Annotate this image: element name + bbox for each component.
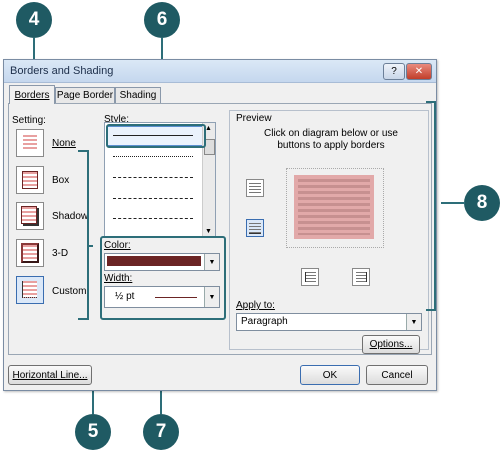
close-button[interactable]: ✕: [406, 63, 432, 80]
setting-box-icon[interactable]: [16, 166, 44, 194]
horizontal-line-button-label: Horizontal Line...: [12, 369, 88, 381]
setting-3d-icon[interactable]: [16, 239, 44, 267]
tab-shading-label: Shading: [119, 90, 157, 101]
apply-to-value: Paragraph: [241, 316, 288, 327]
callout-6-highlight: [106, 124, 206, 148]
preview-heading: Preview: [236, 113, 272, 124]
setting-none-label[interactable]: None: [52, 138, 76, 149]
chevron-down-icon[interactable]: ▼: [406, 314, 421, 330]
tab-shading[interactable]: Shading: [115, 87, 161, 103]
scroll-up-icon[interactable]: ▲: [205, 125, 212, 132]
tab-borders[interactable]: Borders: [9, 85, 55, 104]
setting-shadow-icon[interactable]: [16, 202, 44, 230]
bottom-border-icon[interactable]: [246, 219, 264, 237]
tab-page-border-label: Page Border: [56, 90, 114, 101]
callout-5-bracket-stem: [87, 245, 93, 247]
ok-button[interactable]: OK: [300, 365, 360, 385]
preview-corner-marks: [286, 168, 384, 248]
ok-button-label: OK: [322, 369, 338, 381]
callout-8: 8: [464, 185, 500, 221]
callout-8-bracket: [426, 101, 436, 311]
apply-to-dropdown[interactable]: Paragraph ▼: [236, 313, 422, 331]
callout-6: 6: [144, 2, 180, 38]
left-border-icon[interactable]: [301, 268, 319, 286]
borders-and-shading-dialog: Borders and Shading ? ✕ Borders Page Bor…: [3, 59, 437, 391]
callout-5: 5: [75, 414, 111, 450]
callout-7-highlight: [100, 236, 226, 320]
apply-to-heading: Apply to:: [236, 300, 275, 311]
options-button[interactable]: Options...: [362, 335, 420, 354]
tab-page-border[interactable]: Page Border: [55, 87, 115, 103]
title-bar: Borders and Shading ? ✕: [4, 60, 436, 83]
dialog-title: Borders and Shading: [10, 65, 114, 77]
callout-7: 7: [143, 414, 179, 450]
setting-heading: Setting:: [12, 115, 46, 126]
setting-box-label[interactable]: Box: [52, 175, 69, 186]
cancel-button[interactable]: Cancel: [366, 365, 428, 385]
style-dotted-line: [113, 156, 193, 157]
style-dashed-fine-line: [113, 177, 193, 178]
horizontal-line-button[interactable]: Horizontal Line...: [8, 365, 92, 385]
style-dashed-line: [113, 198, 193, 199]
scroll-down-icon[interactable]: ▼: [205, 228, 212, 235]
options-button-label: Options...: [369, 339, 413, 350]
callout-4: 4: [16, 2, 52, 38]
callout-8-leader: [441, 202, 465, 204]
cancel-button-label: Cancel: [381, 369, 413, 381]
setting-custom-icon[interactable]: [16, 276, 44, 304]
callout-5-bracket: [78, 150, 89, 320]
setting-none-icon[interactable]: [16, 129, 44, 157]
setting-3d-label[interactable]: 3-D: [52, 248, 68, 259]
right-border-icon[interactable]: [352, 268, 370, 286]
help-button[interactable]: ?: [383, 63, 405, 80]
preview-instruction: Click on diagram below or use buttons to…: [264, 128, 398, 151]
style-dash-dot-line: [113, 218, 193, 219]
top-border-icon[interactable]: [246, 179, 264, 197]
tab-borders-label: Borders: [14, 89, 50, 101]
